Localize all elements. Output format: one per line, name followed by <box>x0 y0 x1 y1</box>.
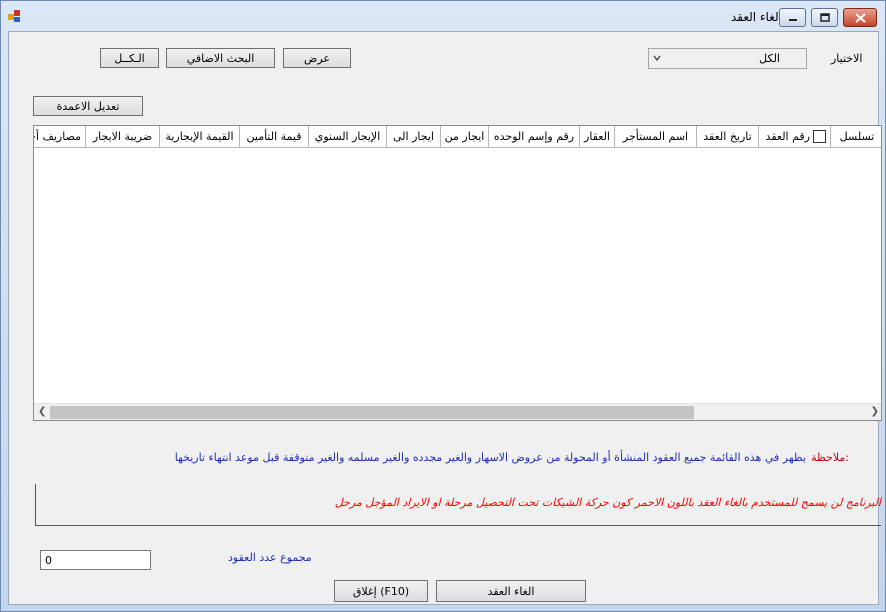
scroll-right-icon[interactable]: ❯ <box>871 406 879 417</box>
grid-header: تسلسل رقم العقد تاريخ العقد اسم المستأجر… <box>34 126 881 148</box>
warning-box: البرنامج لن يسمح للمستخدم بالغاء العقد ب… <box>35 484 881 526</box>
column-header-unit[interactable]: رقم وإسم الوحده <box>488 126 579 148</box>
view-button[interactable]: عرض <box>283 48 351 68</box>
scroll-left-icon[interactable]: ❮ <box>38 406 46 417</box>
contracts-count-label: مجموع عدد العقود <box>228 551 312 564</box>
maximize-button[interactable] <box>811 8 838 27</box>
column-header-contract-date[interactable]: تاريخ العقد <box>696 126 758 148</box>
contracts-count-field[interactable]: 0 <box>40 550 151 570</box>
select-all-checkbox[interactable] <box>813 130 826 143</box>
contracts-grid[interactable]: تسلسل رقم العقد تاريخ العقد اسم المستأجر… <box>33 125 882 421</box>
column-header-rent-tax[interactable]: ضريبة الايجار <box>85 126 159 148</box>
column-header-property[interactable]: العقار <box>579 126 614 148</box>
app-icon <box>8 10 20 22</box>
column-header-serial[interactable]: تسلسل <box>830 126 881 148</box>
column-header-other-expenses[interactable]: مصاريف أخرى <box>34 126 85 148</box>
column-header-tenant-name[interactable]: اسم المستأجر <box>614 126 696 148</box>
main-window: إلغاء العقد الاختيار الكل عرض البحث الاض… <box>0 0 886 612</box>
client-area: الاختيار الكل عرض البحث الاضافي الـكــل … <box>8 31 882 605</box>
note-text: يظهر في هذه القائمة جميع العقود المنشأة … <box>174 451 806 464</box>
minimize-button[interactable] <box>779 8 806 27</box>
title-bar: إلغاء العقد <box>1 1 885 31</box>
note-label: ملاحظة: <box>811 451 849 464</box>
column-header-contract-number[interactable]: رقم العقد <box>758 126 830 148</box>
scrollbar-thumb[interactable] <box>50 406 694 419</box>
chevron-down-icon <box>653 55 661 61</box>
column-header-contract-number-label: رقم العقد <box>765 130 810 143</box>
horizontal-scrollbar[interactable]: ❮ ❯ <box>34 403 881 420</box>
close-icon <box>854 12 866 23</box>
close-button[interactable] <box>843 8 877 27</box>
all-button[interactable]: الـكــل <box>100 48 159 68</box>
column-header-rental-value[interactable]: القيمة الإيجارية <box>159 126 239 148</box>
cancel-contract-button[interactable]: الغاء العقد <box>436 580 586 602</box>
warning-text: البرنامج لن يسمح للمستخدم بالغاء العقد ب… <box>334 496 881 509</box>
close-f10-button[interactable]: إغلاق (F10) <box>334 580 428 602</box>
column-header-annual-rent[interactable]: الإيجار السنوي <box>308 126 386 148</box>
advanced-search-button[interactable]: البحث الاضافي <box>166 48 275 68</box>
filter-selected-value: الكل <box>759 52 780 65</box>
column-header-rent-to[interactable]: ايجار الى <box>386 126 440 148</box>
maximize-icon <box>819 13 830 22</box>
minimize-icon <box>788 18 797 21</box>
filter-select[interactable]: الكل <box>648 48 807 69</box>
window-title: إلغاء العقد <box>730 10 782 24</box>
filter-label: الاختيار <box>831 52 863 65</box>
column-header-rent-from[interactable]: ايجار من <box>440 126 488 148</box>
edit-columns-button[interactable]: تعديل الاعمدة <box>33 96 143 116</box>
column-header-deposit[interactable]: قيمة التأمين <box>239 126 308 148</box>
